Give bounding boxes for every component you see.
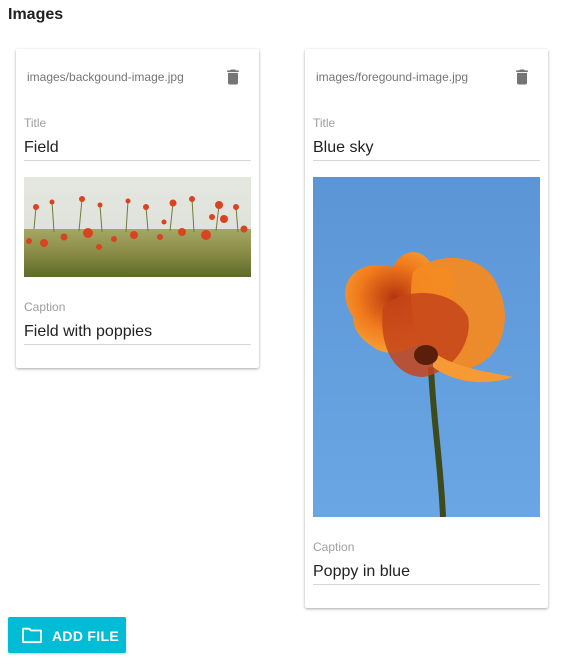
- delete-button[interactable]: [512, 67, 532, 87]
- caption-label: Caption: [313, 540, 355, 554]
- section-title: Images: [8, 6, 64, 23]
- delete-button[interactable]: [223, 67, 243, 87]
- title-input[interactable]: Field: [24, 137, 251, 161]
- caption-input[interactable]: Poppy in blue: [313, 561, 540, 585]
- trash-icon: [227, 69, 239, 85]
- add-file-button[interactable]: ADD FILE: [8, 617, 126, 653]
- image-card: images/foregound-image.jpg Title Blue sk…: [305, 49, 548, 608]
- title-label: Title: [24, 116, 47, 130]
- title-label: Title: [313, 116, 336, 130]
- poppy-field-photo: [24, 177, 251, 277]
- add-file-label: ADD FILE: [52, 628, 119, 644]
- folder-icon: [22, 627, 42, 644]
- file-name: images/backgound-image.jpg: [27, 70, 184, 84]
- file-name: images/foregound-image.jpg: [316, 70, 469, 84]
- caption-input[interactable]: Field with poppies: [24, 321, 251, 345]
- title-input[interactable]: Blue sky: [313, 137, 540, 161]
- poppy-sky-photo: [313, 177, 540, 517]
- caption-label: Caption: [24, 300, 66, 314]
- image-card: images/backgound-image.jpg Title Field C…: [16, 49, 259, 368]
- trash-icon: [516, 69, 528, 85]
